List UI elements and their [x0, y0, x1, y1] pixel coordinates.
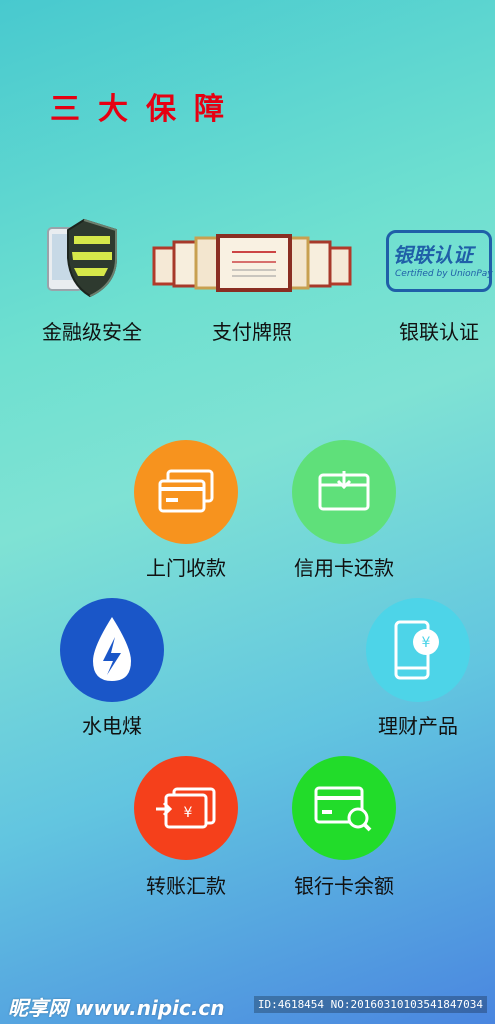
page-title: 三大保障: [50, 92, 242, 127]
guarantee-license: [152, 234, 352, 294]
water-drop-lightning-icon: [93, 617, 131, 681]
service-label: 信用卡还款: [294, 556, 394, 580]
guarantee-security: [40, 214, 130, 304]
service-wealth-products[interactable]: ¥: [366, 598, 470, 702]
unionpay-logo-line2: Certified by UnionPay: [395, 269, 493, 279]
service-label: 理财产品: [378, 714, 458, 738]
unionpay-logo-line1: 银联认证: [393, 243, 473, 267]
service-label: 水电煤: [82, 714, 142, 738]
certificates-icon: [152, 234, 352, 292]
service-transfer[interactable]: ¥: [134, 756, 238, 860]
watermark-id: ID:4618454 NO:20160310103541847034: [253, 996, 487, 1013]
service-credit-card-repay[interactable]: [292, 440, 396, 544]
shield-phone-icon: [47, 218, 117, 298]
unionpay-certified-icon: 银联认证 Certified by UnionPay: [386, 230, 493, 292]
phone-yen-icon: ¥: [394, 620, 439, 680]
guarantee-label: 支付牌照: [212, 320, 292, 344]
guarantee-label: 银联认证: [399, 320, 479, 344]
transfer-yen-icon: ¥: [156, 787, 216, 829]
service-label: 银行卡余额: [294, 874, 394, 898]
card-search-icon: [314, 786, 372, 832]
service-label: 上门收款: [146, 556, 226, 580]
guarantee-unionpay: 银联认证 Certified by UnionPay: [386, 230, 493, 292]
svg-text:¥: ¥: [422, 635, 431, 651]
card-arrow-icon: [318, 471, 370, 511]
cards-icon: [158, 469, 214, 513]
service-label: 转账汇款: [146, 874, 226, 898]
service-onsite-collection[interactable]: [134, 440, 238, 544]
service-utilities[interactable]: [60, 598, 164, 702]
svg-text:¥: ¥: [184, 805, 193, 821]
guarantee-label: 金融级安全: [42, 320, 142, 344]
service-card-balance[interactable]: [292, 756, 396, 860]
watermark-site: 昵享网 www.nipic.cn: [8, 996, 225, 1020]
